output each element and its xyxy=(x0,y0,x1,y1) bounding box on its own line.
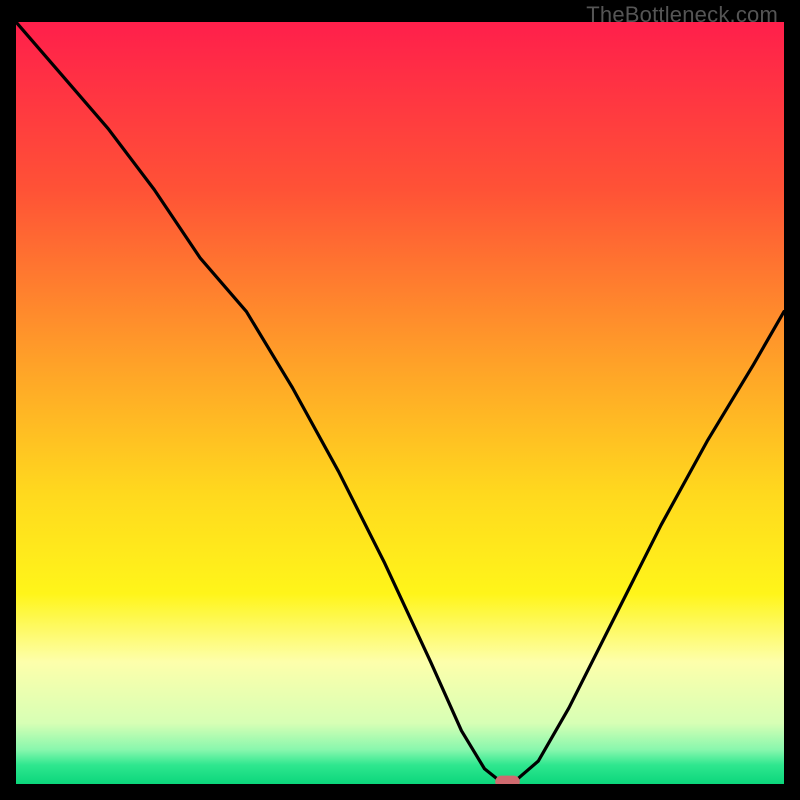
plot-area xyxy=(16,22,784,784)
optimal-point-marker xyxy=(495,776,520,784)
chart-frame: TheBottleneck.com xyxy=(0,0,800,800)
chart-background xyxy=(16,22,784,784)
chart-svg xyxy=(16,22,784,784)
